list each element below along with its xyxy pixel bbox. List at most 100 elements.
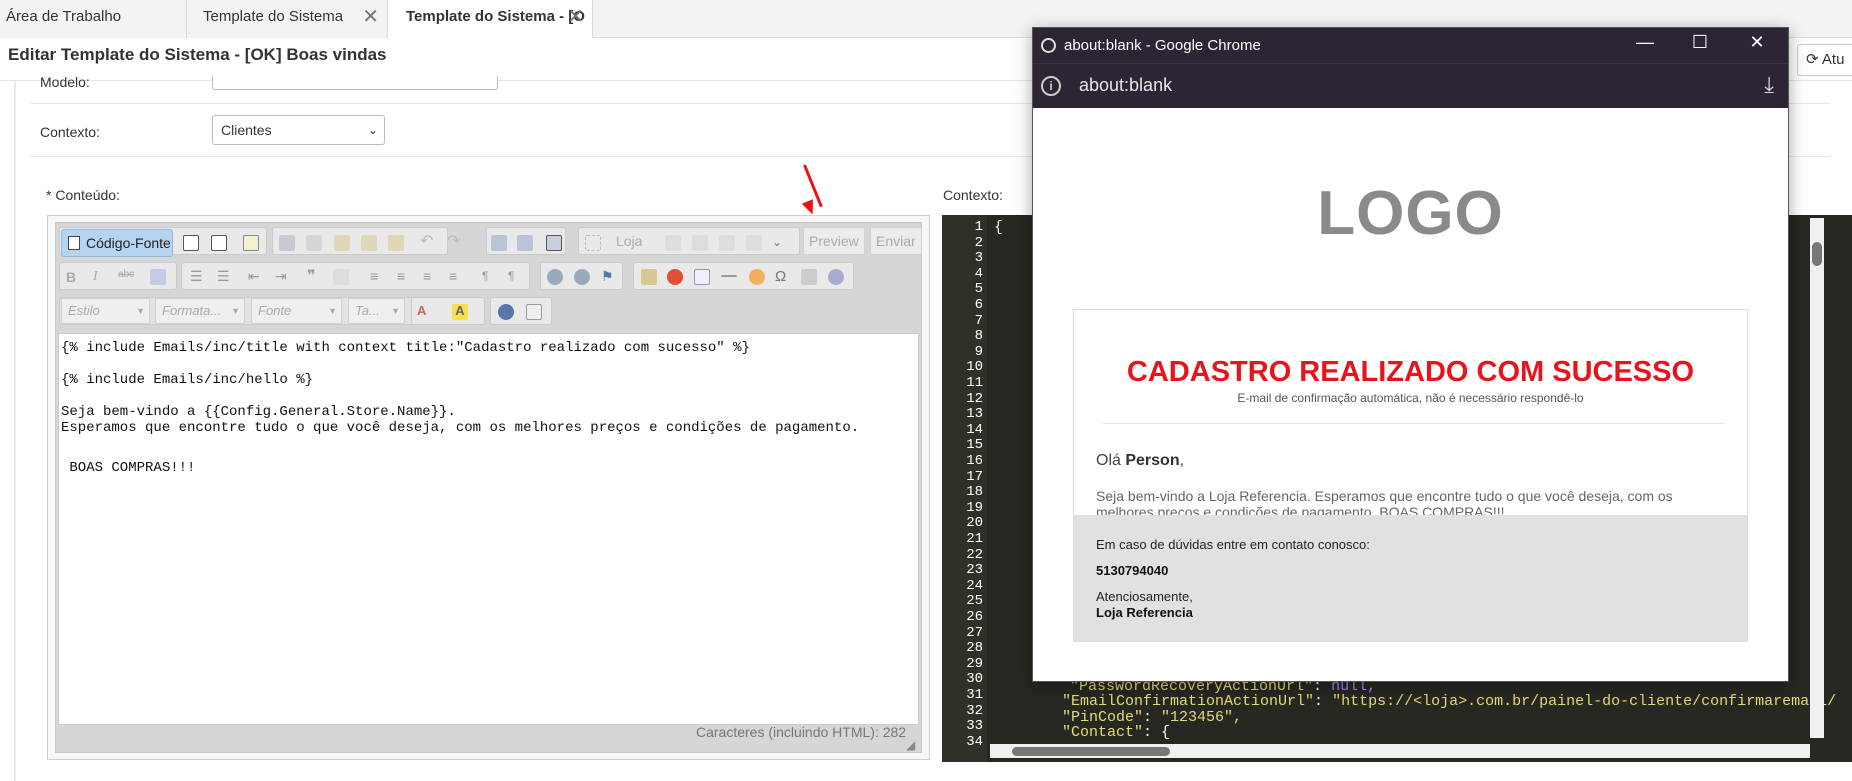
refresh-button[interactable]: ⟳ Atu [1797, 44, 1852, 76]
minimize-icon[interactable]: — [1630, 32, 1660, 53]
preview-button[interactable]: Preview [803, 227, 865, 255]
close-icon[interactable]: ✕ [567, 0, 584, 34]
table-icon[interactable] [694, 269, 710, 285]
italic-icon[interactable]: I [93, 269, 109, 285]
download-icon[interactable]: ⤓ [1764, 72, 1774, 98]
email-logo: LOGO [1317, 179, 1504, 248]
line-number: 8 [974, 328, 983, 345]
popup-address-bar[interactable]: i about:blank ⤓ [1033, 63, 1788, 108]
div-container-icon[interactable] [333, 269, 349, 285]
copy-icon[interactable] [306, 235, 322, 251]
editor-text-area[interactable]: {% include Emails/inc/title with context… [58, 333, 919, 725]
tab-template-do-sistema[interactable]: Template do Sistema ✕ [187, 0, 388, 38]
conteudo-label: * Conteúdo: [46, 187, 120, 203]
outdent-icon[interactable]: ⇤ [248, 269, 264, 285]
page-break-icon[interactable] [801, 269, 817, 285]
justify-icon[interactable]: ≡ [449, 269, 465, 285]
enviar-button[interactable]: Enviar [870, 227, 922, 255]
formata-combo[interactable]: Formata... ▼ [155, 298, 245, 324]
widget-icon-2[interactable] [692, 235, 708, 251]
remove-format-icon[interactable] [150, 269, 166, 285]
numbered-list-icon[interactable]: ☰ [190, 269, 206, 285]
line-number: 12 [966, 390, 983, 407]
info-icon[interactable]: i [1041, 76, 1061, 96]
estilo-combo[interactable]: Estilo ▼ [61, 298, 150, 324]
show-blocks-icon[interactable] [585, 235, 601, 251]
editor-line: {% include Emails/inc/title with context… [61, 340, 750, 356]
paste-text-icon[interactable] [361, 235, 377, 251]
chevron-down-icon: ⌄ [367, 123, 378, 137]
horizontal-scroll-thumb[interactable] [1012, 747, 1170, 756]
source-icon [68, 236, 80, 250]
line-number: 31 [966, 687, 983, 703]
new-page-icon[interactable] [183, 235, 199, 251]
line-number: 18 [966, 484, 983, 501]
tab-area-de-trabalho[interactable]: Área de Trabalho [0, 0, 187, 38]
indent-icon[interactable]: ⇥ [275, 269, 291, 285]
smiley-icon[interactable] [749, 269, 765, 285]
chevron-down-icon[interactable]: ⌄ [772, 235, 788, 251]
code-value: "https://<loja>.com.br/painel-do-cliente… [1332, 693, 1837, 710]
undo-icon[interactable]: ↶ [420, 234, 436, 251]
text-color-icon[interactable]: A [417, 304, 433, 320]
contexto-panel-label: Contexto: [943, 187, 1003, 203]
tab-template-do-sistema-active[interactable]: Template do Sistema - [O ✕ [388, 0, 593, 38]
align-left-icon[interactable]: ≡ [370, 269, 386, 285]
chevron-down-icon: ▼ [231, 306, 240, 316]
anchor-flag-icon[interactable]: ⚑ [601, 269, 617, 285]
blockquote-icon[interactable]: ❞ [307, 269, 323, 285]
vertical-scrollbar[interactable] [1810, 218, 1824, 738]
find-icon[interactable] [491, 235, 507, 251]
widget-icon-4[interactable] [746, 235, 762, 251]
loja-button[interactable]: Loja [611, 228, 647, 256]
fonte-combo[interactable]: Fonte ▼ [251, 298, 342, 324]
vertical-scroll-thumb[interactable] [1812, 242, 1822, 266]
preview-doc-icon[interactable] [211, 235, 227, 251]
code-colon: : [1143, 724, 1162, 741]
templates-icon[interactable] [243, 235, 259, 251]
replace-icon[interactable] [517, 235, 533, 251]
iframe-icon[interactable] [828, 269, 844, 285]
line-number: 21 [966, 531, 983, 547]
line-number: 17 [966, 468, 983, 485]
bold-icon[interactable]: B [66, 269, 82, 285]
paste-word-icon[interactable] [388, 235, 404, 251]
refresh-label: Atu [1821, 51, 1845, 68]
tab-label: Área de Trabalho [6, 8, 122, 25]
resize-handle-icon[interactable]: ◢ [906, 738, 915, 752]
contexto-select[interactable]: Clientes ⌄ [212, 115, 385, 145]
left-rail [14, 81, 16, 781]
widget-icon-1[interactable] [665, 235, 681, 251]
redo-icon[interactable]: ↷ [447, 234, 463, 251]
select-value: Clientes [221, 122, 272, 138]
paste-icon[interactable] [334, 235, 350, 251]
widget-icon-3[interactable] [719, 235, 735, 251]
editor-line: {% include Emails/inc/hello %} [61, 372, 314, 388]
tamanho-combo[interactable]: Ta... ▼ [348, 298, 405, 324]
select-all-icon[interactable] [546, 235, 562, 251]
email-greeting: Olá Person, [1096, 452, 1184, 470]
align-right-icon[interactable]: ≡ [423, 269, 439, 285]
flash-icon[interactable] [667, 269, 683, 285]
omega-icon[interactable]: Ω [775, 269, 791, 285]
ltr-icon[interactable]: ¶ [482, 269, 498, 285]
maximize-window-icon[interactable]: ☐ [1685, 32, 1715, 53]
strikethrough-icon[interactable]: abc [118, 269, 134, 285]
close-window-icon[interactable]: ✕ [1742, 32, 1772, 53]
show-blocks-icon-2[interactable] [526, 304, 542, 320]
combo-label: Formata... [162, 303, 222, 318]
align-center-icon[interactable]: ≡ [397, 269, 413, 285]
source-code-button[interactable]: Código-Fonte [61, 229, 173, 257]
bg-color-icon[interactable]: A [452, 304, 468, 320]
bulleted-list-icon[interactable]: ☰ [217, 269, 233, 285]
modelo-select[interactable] [212, 76, 498, 90]
close-icon[interactable]: ✕ [362, 0, 379, 34]
image-icon[interactable] [641, 269, 657, 285]
cut-icon[interactable] [279, 235, 295, 251]
unlink-icon[interactable] [574, 269, 590, 285]
horizontal-line-icon[interactable] [721, 275, 737, 279]
link-icon[interactable] [547, 269, 563, 285]
maximize-icon[interactable] [498, 304, 514, 320]
rtl-icon[interactable]: ¶ [508, 269, 524, 285]
footer-contact-text: Em caso de dúvidas entre em contato cono… [1096, 537, 1370, 552]
